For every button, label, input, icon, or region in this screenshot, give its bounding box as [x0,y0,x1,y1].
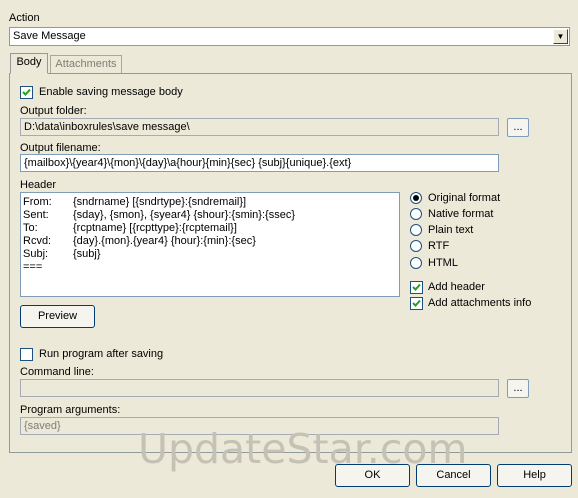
header-value: {rcptname} [{rcpttype}:{rcptemail}] [73,222,237,234]
output-folder-label: Output folder: [20,105,87,117]
checkmark-icon [22,88,31,96]
add-header-checkbox[interactable] [410,281,423,294]
header-value: {sday}, {smon}, {syear4} {shour}:{smin}:… [73,209,295,221]
run-program-checkbox[interactable] [20,348,33,361]
format-label-native: Native format [428,208,494,220]
enable-saving-label: Enable saving message body [39,86,183,98]
action-select[interactable]: Save Message ▼ [9,27,570,46]
tab-attachments[interactable]: Attachments [50,55,122,73]
program-arguments-value: {saved} [24,420,61,432]
tab-body[interactable]: Body [10,53,48,74]
header-value: {subj} [73,248,101,260]
preview-button[interactable]: Preview [20,305,95,328]
header-value: {sndrname} [{sndrtype}:{sndremail}] [73,196,247,208]
header-textarea[interactable]: From: {sndrname} [{sndrtype}:{sndremail}]… [20,192,400,297]
add-header-label: Add header [428,281,485,293]
output-folder-field[interactable]: D:\data\inboxrules\save message\ [20,118,499,136]
format-label-original: Original format [428,192,501,204]
chevron-down-icon[interactable]: ▼ [553,29,568,44]
command-line-field[interactable] [20,379,499,397]
format-label-html: HTML [428,257,458,269]
action-select-value: Save Message [13,30,86,42]
format-radio-plain[interactable] [410,224,422,236]
header-key: From: [23,196,52,208]
output-folder-value: D:\data\inboxrules\save message\ [24,121,190,133]
header-key: Subj: [23,248,49,260]
header-key: Rcvd: [23,235,52,247]
enable-saving-checkbox[interactable] [20,86,33,99]
header-key: To: [23,222,38,234]
checkmark-icon [412,299,421,307]
format-radio-html[interactable] [410,257,422,269]
format-label-rtf: RTF [428,240,450,252]
add-attachments-info-checkbox[interactable] [410,297,423,310]
output-filename-field[interactable]: {mailbox}\{year4}\{mon}\{day}\a{hour}{mi… [20,154,499,172]
command-line-browse-button[interactable]: ... [507,379,529,398]
format-radio-native[interactable] [410,208,422,220]
format-label-plain: Plain text [428,224,474,236]
command-line-label: Command line: [20,366,94,378]
program-arguments-label: Program arguments: [20,404,121,416]
add-attachments-info-label: Add attachments info [428,297,532,309]
run-program-label: Run program after saving [39,348,164,360]
cancel-button[interactable]: Cancel [416,464,491,487]
format-radio-rtf[interactable] [410,240,422,252]
help-button[interactable]: Help [497,464,572,487]
action-label: Action [9,12,40,24]
format-radio-original[interactable] [410,192,422,204]
radio-dot-icon [413,195,419,201]
checkmark-icon [412,283,421,291]
tab-body-label: Body [16,56,42,68]
header-key: Sent: [23,209,49,221]
tab-attachments-label: Attachments [55,58,117,70]
header-label: Header [20,179,57,191]
ok-button[interactable]: OK [335,464,410,487]
header-value: {day}.{mon}.{year4} {hour}:{min}:{sec} [73,235,256,247]
output-folder-browse-button[interactable]: ... [507,118,529,137]
header-key: === [23,261,43,273]
output-filename-value: {mailbox}\{year4}\{mon}\{day}\a{hour}{mi… [24,157,352,169]
